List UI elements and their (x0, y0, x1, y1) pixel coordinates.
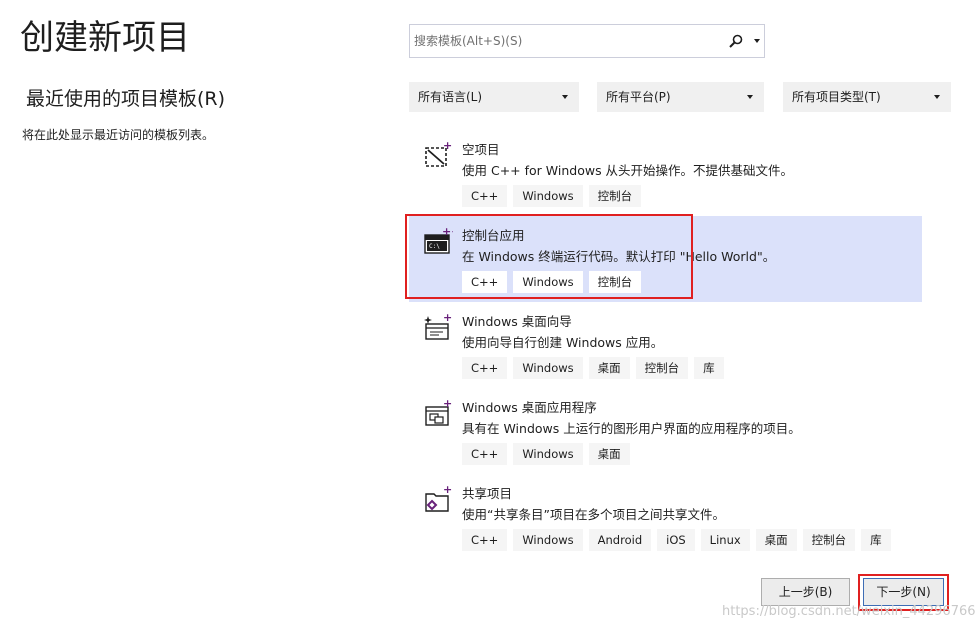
language-filter-label: 所有语言(L) (418, 90, 483, 104)
template-tag: 库 (861, 529, 891, 551)
template-item-empty-project[interactable]: ++ 空项目 使用 C++ for Windows 从头开始操作。不提供基础文件… (409, 130, 922, 216)
console-app-icon: C:\ ++ (424, 226, 453, 254)
template-tag: 桌面 (755, 529, 797, 551)
svg-text:++: ++ (443, 312, 453, 324)
template-tag: C++ (462, 271, 508, 293)
template-tag: 桌面 (588, 443, 630, 465)
template-item-desktop-wizard[interactable]: ++ Windows 桌面向导 使用向导自行创建 Windows 应用。 C++… (409, 302, 922, 388)
desktop-wizard-icon: ++ (424, 312, 453, 340)
recent-templates-title: 最近使用的项目模板(R) (26, 88, 226, 110)
watermark: https://blog.csdn.net/weixin_44296766 (722, 604, 976, 619)
svg-text:++: ++ (443, 398, 453, 410)
project-type-filter-label: 所有项目类型(T) (792, 90, 881, 104)
template-tag: iOS (657, 529, 695, 551)
empty-project-icon: ++ (425, 140, 453, 167)
template-tags: C++ Windows 桌面 (462, 443, 630, 465)
desktop-app-icon: ++ (425, 398, 453, 426)
recent-templates-empty-text: 将在此处显示最近访问的模板列表。 (22, 128, 215, 142)
svg-text:++: ++ (443, 484, 453, 496)
next-button[interactable]: 下一步(N) (863, 578, 944, 606)
template-tags: C++ Windows 桌面 控制台 库 (462, 357, 724, 379)
chevron-down-icon (747, 95, 753, 99)
template-description: 使用“共享条目”项目在多个项目之间共享文件。 (462, 507, 725, 522)
search-options-chevron-icon[interactable] (754, 39, 760, 43)
template-tags: C++ Windows 控制台 (462, 185, 642, 207)
template-tag: C++ (462, 357, 508, 379)
template-tag: C++ (462, 443, 508, 465)
template-tag: 控制台 (588, 271, 642, 293)
platform-filter-label: 所有平台(P) (606, 90, 671, 104)
template-description: 具有在 Windows 上运行的图形用户界面的应用程序的项目。 (462, 421, 801, 436)
svg-text:C:\: C:\ (429, 243, 440, 250)
template-tag: 控制台 (802, 529, 856, 551)
template-tag: 控制台 (635, 357, 689, 379)
platform-filter-dropdown[interactable]: 所有平台(P) (597, 82, 764, 112)
template-name: Windows 桌面向导 (462, 314, 572, 329)
svg-text:++: ++ (442, 226, 453, 238)
shared-project-icon: ++ (425, 484, 453, 512)
template-name: 控制台应用 (462, 228, 525, 243)
template-tag: Windows (513, 529, 583, 551)
search-box[interactable] (409, 24, 765, 58)
project-type-filter-dropdown[interactable]: 所有项目类型(T) (783, 82, 951, 112)
template-item-desktop-app[interactable]: ++ Windows 桌面应用程序 具有在 Windows 上运行的图形用户界面… (409, 388, 922, 474)
template-description: 在 Windows 终端运行代码。默认打印 "Hello World"。 (462, 249, 776, 264)
language-filter-dropdown[interactable]: 所有语言(L) (409, 82, 579, 112)
template-tag: Windows (513, 357, 583, 379)
template-tag: 库 (694, 357, 724, 379)
svg-text:++: ++ (443, 140, 453, 152)
template-tag: Windows (513, 185, 583, 207)
search-icon[interactable] (728, 33, 744, 49)
template-description: 使用 C++ for Windows 从头开始操作。不提供基础文件。 (462, 163, 794, 178)
template-tags: C++ Windows Android iOS Linux 桌面 控制台 库 (462, 529, 891, 551)
template-tag: Windows (513, 271, 583, 293)
template-name: 共享项目 (462, 486, 513, 501)
template-tag: Android (588, 529, 652, 551)
template-tags: C++ Windows 控制台 (462, 271, 642, 293)
template-name: Windows 桌面应用程序 (462, 400, 597, 415)
chevron-down-icon (934, 95, 940, 99)
back-button[interactable]: 上一步(B) (761, 578, 850, 606)
template-tag: 桌面 (588, 357, 630, 379)
template-tag: C++ (462, 185, 508, 207)
template-tag: C++ (462, 529, 508, 551)
template-name: 空项目 (462, 142, 500, 157)
template-tag: 控制台 (588, 185, 642, 207)
template-tag: Linux (700, 529, 750, 551)
template-description: 使用向导自行创建 Windows 应用。 (462, 335, 664, 350)
page-title: 创建新项目 (20, 18, 190, 58)
search-input[interactable] (410, 25, 734, 57)
template-item-console-app[interactable]: C:\ ++ 控制台应用 在 Windows 终端运行代码。默认打印 "Hell… (409, 216, 922, 302)
template-tag: Windows (513, 443, 583, 465)
template-item-shared-project[interactable]: ++ 共享项目 使用“共享条目”项目在多个项目之间共享文件。 C++ Windo… (409, 474, 922, 560)
chevron-down-icon (562, 95, 568, 99)
